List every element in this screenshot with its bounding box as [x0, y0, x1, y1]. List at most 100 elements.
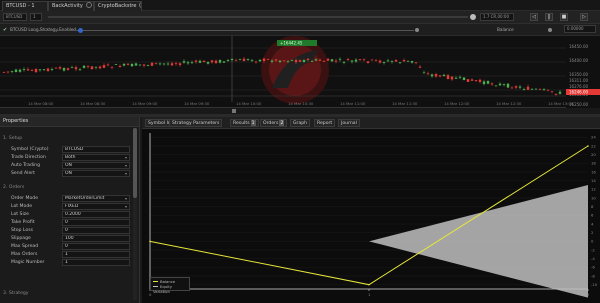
- price-label: 16450.00: [569, 44, 589, 49]
- option-dot[interactable]: [415, 28, 419, 32]
- results-tab[interactable]: Results 1: [230, 119, 259, 127]
- scrollbar-thumb[interactable]: [232, 109, 236, 113]
- section-header[interactable]: 2. Orders: [3, 185, 24, 190]
- close-icon[interactable]: [139, 2, 141, 8]
- price-label: 16350.00: [569, 72, 589, 77]
- stop-button[interactable]: ■: [560, 13, 568, 21]
- pause-button[interactable]: ‖: [545, 13, 553, 21]
- panel-scrollbar[interactable]: [133, 128, 137, 300]
- time-label: 14 Mar 11:30: [392, 101, 418, 106]
- section-header[interactable]: 3. Strategy: [3, 291, 29, 296]
- balance-slider-dot[interactable]: [548, 28, 552, 32]
- property-value-field[interactable]: ON: [62, 162, 130, 169]
- tab-backactivity[interactable]: BackActivity: [48, 1, 94, 11]
- candle-body: [110, 66, 114, 68]
- y-tick-label: 4: [591, 221, 594, 226]
- candle-body: [62, 68, 66, 71]
- property-value-field[interactable]: MarketOrderLimit: [62, 195, 130, 202]
- candle-body: [558, 91, 562, 94]
- x-tick-label: 2: [587, 292, 590, 297]
- y-tick-label: 14: [591, 178, 596, 183]
- property-value-field[interactable]: ON: [62, 170, 130, 177]
- property-value-field[interactable]: 0: [62, 243, 130, 250]
- candle-body: [262, 58, 266, 62]
- candle-body: [94, 66, 98, 68]
- candle-body: [178, 63, 182, 66]
- candle-body: [350, 60, 354, 62]
- candle-body: [346, 59, 350, 61]
- tab-cryptobackstre[interactable]: CryptoBackstre: [94, 1, 142, 11]
- property-label: Trade Direction: [11, 155, 46, 160]
- candle-body: [118, 65, 122, 68]
- play-button[interactable]: ▷: [580, 13, 588, 21]
- results-tab[interactable]: Graph: [290, 119, 311, 127]
- property-value-field[interactable]: FIXED: [62, 203, 130, 210]
- zoom-handle[interactable]: [470, 14, 476, 20]
- candle-body: [266, 59, 270, 61]
- zoom-track[interactable]: [48, 16, 468, 18]
- candle-body: [190, 62, 194, 64]
- option-slider-handle[interactable]: [78, 28, 83, 33]
- results-tab[interactable]: Report: [314, 119, 336, 127]
- property-value-field[interactable]: 100: [62, 235, 130, 242]
- candle-body: [138, 64, 142, 66]
- candle-body: [314, 59, 318, 61]
- section-header[interactable]: 1. Setup: [3, 136, 22, 141]
- candle-body: [434, 74, 438, 77]
- candle-body: [86, 66, 90, 68]
- scrollbar-thumb[interactable]: [133, 128, 137, 198]
- candle-body: [530, 88, 534, 90]
- candle-body: [154, 62, 158, 64]
- property-value-field[interactable]: 0: [62, 219, 130, 226]
- property-value-field[interactable]: BTCUSD: [62, 146, 130, 153]
- candle-body: [418, 66, 422, 68]
- property-value-field[interactable]: Both: [62, 154, 130, 161]
- timeframe-select[interactable]: 1: [30, 13, 42, 21]
- candle-body: [298, 60, 302, 62]
- tab-label: BTCUSD - 1: [6, 3, 35, 9]
- candle-body: [126, 63, 130, 65]
- candle-body: [414, 62, 418, 64]
- candle-body: [514, 86, 518, 88]
- candle-body: [250, 59, 254, 61]
- tab-btcusd-chart[interactable]: BTCUSD - 1: [2, 1, 48, 11]
- step-back-button[interactable]: ◁: [530, 13, 538, 21]
- property-label: Symbol (Crypto): [11, 147, 49, 152]
- property-label: Max Orders: [11, 252, 38, 257]
- y-tick-label: 18: [591, 161, 596, 166]
- candle-body: [386, 60, 390, 62]
- x-tick-label: 1: [368, 292, 371, 297]
- y-tick-label: -6: [591, 265, 595, 270]
- results-tab[interactable]: Strategy Parameters: [169, 119, 223, 127]
- y-tick-label: 20: [591, 152, 596, 157]
- property-value-field[interactable]: 0: [62, 227, 130, 234]
- candle-body: [546, 89, 550, 91]
- candle-body: [522, 89, 526, 90]
- balance-field[interactable]: 0.00000: [564, 25, 596, 33]
- time-label: 14 Mar 12:00: [444, 101, 470, 106]
- results-tab[interactable]: Journal: [338, 119, 360, 127]
- candle-body: [330, 59, 334, 62]
- close-icon[interactable]: [85, 2, 92, 8]
- candle-body: [394, 59, 398, 62]
- properties-panel: Properties 1. Setup Symbol (Crypto) BTCUS…: [0, 117, 140, 303]
- price-chart[interactable]: 16450.00 16400.00 16350.00 16311.00 1627…: [0, 36, 600, 108]
- results-tab-label: Results: [233, 121, 250, 126]
- checkbox-icon[interactable]: ✔: [3, 27, 7, 33]
- candle-body: [358, 59, 362, 61]
- property-value-field[interactable]: 0.2000: [62, 211, 130, 218]
- candle-body: [550, 91, 554, 93]
- candle-body: [370, 59, 374, 61]
- property-value-field[interactable]: 1: [62, 251, 130, 258]
- candle-body: [390, 61, 394, 63]
- candle-body: [354, 59, 358, 62]
- results-tab[interactable]: Orders 2: [260, 119, 288, 127]
- candle-body: [378, 60, 382, 63]
- property-value-field[interactable]: 1: [62, 259, 130, 266]
- time-label: 14 Mar 08:00: [28, 101, 54, 106]
- candle-body: [90, 66, 94, 70]
- candle-body: [254, 61, 258, 63]
- zoom-value-field[interactable]: 1.7 CR,00:00: [480, 13, 514, 21]
- symbol-select[interactable]: BTCUSD: [3, 13, 27, 21]
- balance-point: [149, 240, 151, 243]
